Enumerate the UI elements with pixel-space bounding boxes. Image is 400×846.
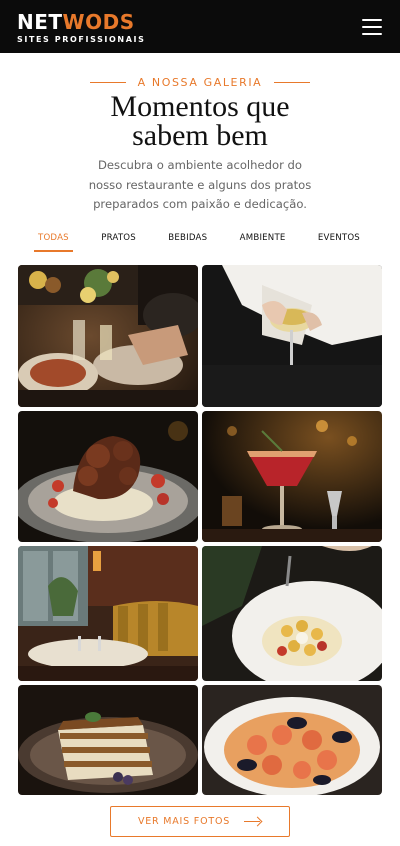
filter-ambiente[interactable]: AMBIENTE: [236, 232, 290, 252]
filter-bebidas[interactable]: BEBIDAS: [164, 232, 211, 252]
filter-eventos[interactable]: EVENTOS: [314, 232, 364, 252]
logo[interactable]: NETWODS SITES PROFISSIONAIS: [17, 11, 145, 44]
hamburger-icon[interactable]: [362, 18, 384, 36]
eyebrow-label: A NOSSA GALERIA: [137, 75, 263, 89]
section-eyebrow: A NOSSA GALERIA: [0, 74, 400, 90]
photo-octopus[interactable]: [18, 411, 198, 542]
logo-primary: NET: [17, 10, 63, 34]
logo-accent: WODS: [62, 10, 135, 34]
photo-gnocchi[interactable]: [202, 546, 382, 681]
photo-dining-room[interactable]: [18, 546, 198, 681]
logo-tagline: SITES PROFISSIONAIS: [17, 35, 146, 44]
filter-todas[interactable]: TODAS: [34, 232, 73, 252]
eyebrow-line-right: [274, 81, 311, 83]
photo-tiramisu[interactable]: [18, 685, 198, 795]
site-header: NETWODS SITES PROFISSIONAIS: [0, 0, 400, 53]
gallery-filters: TODAS PRATOS BEBIDAS AMBIENTE EVENTOS: [18, 232, 382, 254]
eyebrow-line-left: [89, 81, 126, 83]
arrow-right-icon: [244, 817, 262, 827]
filter-pratos[interactable]: PRATOS: [97, 232, 140, 252]
logo-wordmark: NETWODS: [17, 11, 145, 33]
page-subtitle: Descubra o ambiente acolhedor do nosso r…: [88, 158, 312, 211]
view-more-button[interactable]: VER MAIS FOTOS: [110, 806, 290, 837]
photo-dinner-table[interactable]: [18, 265, 198, 407]
photo-wine-glass[interactable]: [202, 265, 382, 407]
page-title: Momentos que sabem bem: [110, 90, 290, 152]
view-more-label: VER MAIS FOTOS: [137, 816, 231, 827]
photo-seafood-pasta[interactable]: [202, 685, 382, 795]
photo-cocktail[interactable]: [202, 411, 382, 542]
